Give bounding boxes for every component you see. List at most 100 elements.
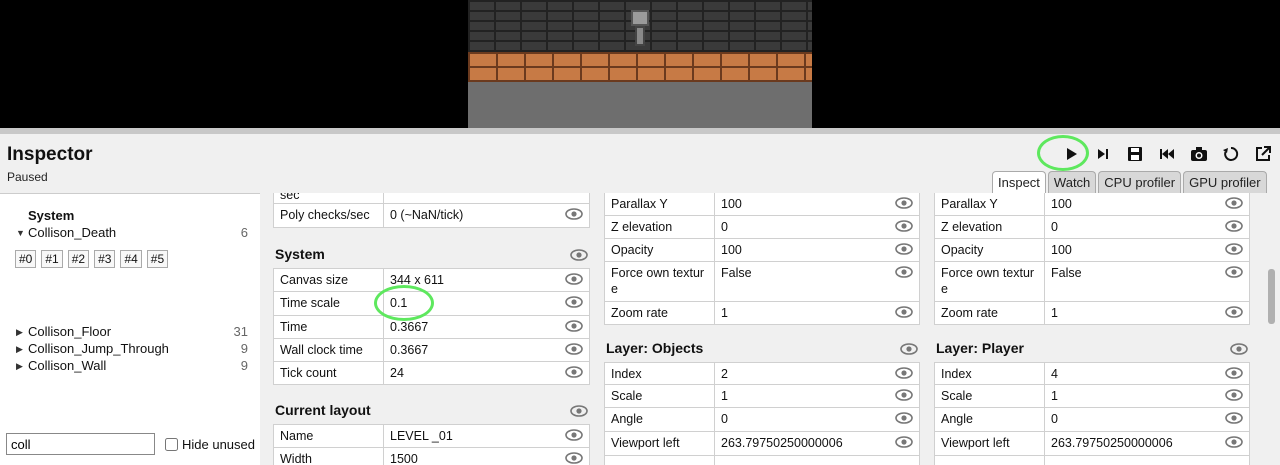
instance-button[interactable]: #5 <box>146 250 169 268</box>
prop-key: Zoom rate <box>935 302 1045 324</box>
eye-icon[interactable] <box>565 343 583 355</box>
eye-icon[interactable] <box>1225 266 1243 278</box>
play-icon <box>1067 148 1077 160</box>
reload-button[interactable] <box>1215 142 1247 166</box>
filter-input[interactable] <box>6 433 155 455</box>
eye-icon[interactable] <box>895 197 913 209</box>
prop-value: False <box>1045 262 1249 301</box>
instance-button[interactable]: #4 <box>120 250 142 268</box>
eye-icon[interactable] <box>565 208 583 220</box>
eye-icon[interactable] <box>895 220 913 232</box>
eye-icon[interactable] <box>1225 367 1243 379</box>
prop-value: 24 <box>384 362 589 384</box>
eye-icon[interactable] <box>1225 220 1243 232</box>
prop-value-text: 1 <box>1051 306 1058 320</box>
prop-value-text: 0 (~NaN/tick) <box>390 208 464 222</box>
tab-cpu-profiler[interactable]: CPU profiler <box>1098 171 1182 193</box>
prop-value-text: 0.3667 <box>390 343 429 357</box>
prop-row: Name LEVEL _01 <box>273 424 590 448</box>
eye-icon[interactable] <box>570 404 588 417</box>
hide-unused-label: Hide unused <box>182 437 255 452</box>
eye-icon[interactable] <box>1225 436 1243 448</box>
expand-down-icon[interactable]: ▼ <box>16 225 28 242</box>
inspector-title: Inspector <box>7 144 93 165</box>
instance-button[interactable]: #3 <box>94 250 116 268</box>
scrollbar-thumb[interactable] <box>1268 269 1275 324</box>
prop-key: Angle <box>605 408 715 431</box>
tab-watch[interactable]: Watch <box>1047 171 1097 193</box>
eye-icon[interactable] <box>1225 412 1243 424</box>
prop-value: 0 <box>1045 216 1249 238</box>
restore-state-button[interactable] <box>1151 142 1183 166</box>
eye-icon[interactable] <box>900 342 918 355</box>
eye-icon[interactable] <box>895 266 913 278</box>
hide-unused-toggle[interactable]: Hide unused <box>165 437 255 452</box>
layer-objects-column: Parallax Y 100 Z elevation 0 Opacity 100… <box>604 193 920 465</box>
eye-icon[interactable] <box>565 296 583 308</box>
prop-value-text: 1 <box>1051 389 1058 403</box>
expand-right-icon[interactable]: ▶ <box>16 358 28 375</box>
instance-button[interactable]: #0 <box>15 250 37 268</box>
instance-button[interactable]: #1 <box>41 250 63 268</box>
game-canvas[interactable] <box>468 0 812 128</box>
eye-icon[interactable] <box>565 366 583 378</box>
prop-value-text: 1 <box>721 306 728 320</box>
section-title-current-layout: Current layout <box>275 402 371 418</box>
prop-key: Force own textur e <box>935 262 1045 301</box>
instance-button[interactable]: #2 <box>67 250 90 268</box>
prop-value-text: False <box>1051 266 1082 280</box>
save-state-button[interactable] <box>1119 142 1151 166</box>
play-button[interactable] <box>1055 142 1087 166</box>
eye-icon[interactable] <box>895 306 913 318</box>
prop-row: Zoom rate 1 <box>604 302 920 325</box>
expand-right-icon[interactable]: ▶ <box>16 324 28 341</box>
prop-value: 1 <box>1045 302 1249 324</box>
tree-item-collison-jump-through[interactable]: ▶ Collison_Jump_Through 9 <box>16 341 248 358</box>
eye-icon[interactable] <box>1225 243 1243 255</box>
popout-icon <box>1256 146 1271 161</box>
eye-icon[interactable] <box>570 248 588 261</box>
prop-value: 4 <box>1045 363 1249 384</box>
prop-value: 263.79750250000006 <box>715 432 919 455</box>
tab-gpu-profiler[interactable]: GPU profiler <box>1183 171 1267 193</box>
section-title-layer-objects: Layer: Objects <box>606 340 704 356</box>
tree-item-count: 31 <box>233 324 248 339</box>
eye-icon[interactable] <box>895 389 913 401</box>
tree-item-label: Collison_Death <box>28 225 117 240</box>
prop-value-text: 263.79750250000006 <box>1051 436 1173 450</box>
section-title-system: System <box>275 246 325 262</box>
prop-key: Canvas size <box>274 269 384 291</box>
eye-icon[interactable] <box>895 436 913 448</box>
eye-icon[interactable] <box>565 320 583 332</box>
tree-item-collison-wall[interactable]: ▶ Collison_Wall 9 <box>16 358 248 375</box>
prop-value-text: 100 <box>1051 243 1072 257</box>
prop-value: 0.3667 <box>384 316 589 338</box>
step-button[interactable] <box>1087 142 1119 166</box>
scrollbar[interactable] <box>1263 193 1280 465</box>
prop-row: sec <box>273 193 590 204</box>
eye-icon[interactable] <box>895 367 913 379</box>
eye-icon[interactable] <box>565 273 583 285</box>
tree-heading[interactable]: System <box>28 208 74 223</box>
prop-value-text: 344 x 611 <box>390 273 444 287</box>
game-viewport <box>0 0 1280 128</box>
prop-row: Viewport left 263.79750250000006 <box>604 432 920 456</box>
tab-inspect[interactable]: Inspect <box>992 171 1046 193</box>
prop-key: Time <box>274 316 384 338</box>
eye-icon[interactable] <box>1225 306 1243 318</box>
screenshot-button[interactable] <box>1183 142 1215 166</box>
eye-icon[interactable] <box>895 243 913 255</box>
prop-value[interactable]: 0.1 <box>384 292 589 315</box>
eye-icon[interactable] <box>565 452 583 464</box>
eye-icon[interactable] <box>1225 197 1243 209</box>
eye-icon[interactable] <box>1225 389 1243 401</box>
expand-right-icon[interactable]: ▶ <box>16 341 28 358</box>
tree-item-collison-death[interactable]: ▼ Collison_Death 6 <box>16 225 248 242</box>
popout-button[interactable] <box>1247 142 1279 166</box>
eye-icon[interactable] <box>1230 342 1248 355</box>
tree-item-collison-floor[interactable]: ▶ Collison_Floor 31 <box>16 324 248 341</box>
hide-unused-checkbox[interactable] <box>165 438 178 451</box>
eye-icon[interactable] <box>895 412 913 424</box>
save-icon <box>1128 147 1142 161</box>
eye-icon[interactable] <box>565 429 583 441</box>
